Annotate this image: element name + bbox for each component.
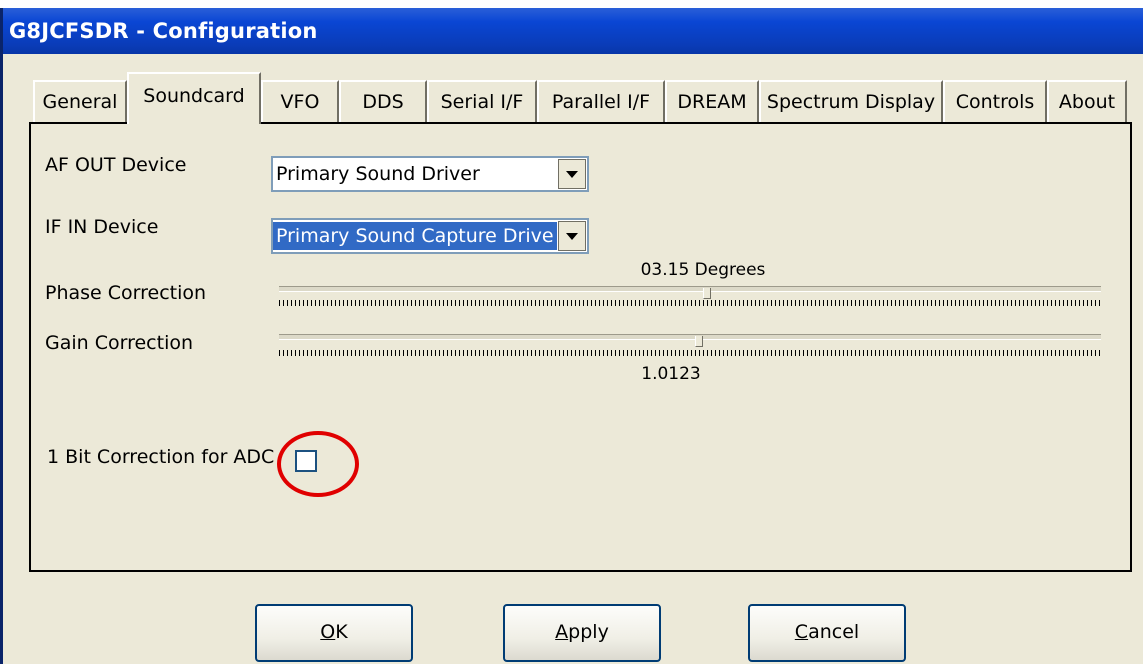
cancel-button[interactable]: Cancel bbox=[748, 604, 906, 662]
tab-label: About bbox=[1058, 91, 1116, 113]
af-out-dropdown-button[interactable] bbox=[558, 159, 586, 189]
tab-label: Parallel I/F bbox=[551, 91, 651, 113]
gain-slider-ticks bbox=[279, 350, 1101, 356]
gain-value: 1.0123 bbox=[641, 364, 701, 384]
if-in-device-value: Primary Sound Capture Drive bbox=[273, 222, 557, 250]
configuration-window: G8JCFSDR - Configuration General Soundca… bbox=[0, 8, 1143, 664]
tab-about[interactable]: About bbox=[1047, 80, 1127, 122]
phase-correction-label: Phase Correction bbox=[45, 282, 207, 304]
phase-slider-track bbox=[279, 286, 1101, 292]
tab-label: VFO bbox=[280, 91, 320, 113]
tab-serial-if[interactable]: Serial I/F bbox=[427, 80, 537, 122]
apply-label: pply bbox=[568, 621, 609, 643]
tab-dds[interactable]: DDS bbox=[339, 80, 427, 122]
if-in-device-select[interactable]: Primary Sound Capture Drive bbox=[271, 218, 589, 254]
ok-label: K bbox=[335, 621, 348, 643]
tab-strip: General Soundcard VFO DDS Serial I/F Par… bbox=[33, 72, 1143, 124]
tab-label: Soundcard bbox=[143, 85, 245, 107]
phase-value: 03.15 Degrees bbox=[640, 260, 766, 280]
cancel-label: ancel bbox=[808, 621, 860, 643]
phase-slider-thumb[interactable] bbox=[703, 288, 712, 299]
tab-label: Spectrum Display bbox=[766, 91, 936, 113]
tab-spectrum-display[interactable]: Spectrum Display bbox=[759, 80, 943, 122]
tab-label: DREAM bbox=[677, 91, 747, 113]
tab-general[interactable]: General bbox=[33, 80, 127, 122]
tab-vfo[interactable]: VFO bbox=[261, 80, 339, 122]
tab-label: DDS bbox=[362, 91, 404, 113]
title-bar[interactable]: G8JCFSDR - Configuration bbox=[3, 8, 1143, 54]
gain-slider-track bbox=[279, 334, 1101, 340]
ok-button[interactable]: OK bbox=[255, 604, 413, 662]
ok-mnemonic: O bbox=[320, 621, 336, 643]
tab-dream[interactable]: DREAM bbox=[665, 80, 759, 122]
apply-mnemonic: A bbox=[555, 621, 569, 643]
chevron-down-icon bbox=[566, 170, 578, 178]
tab-soundcard[interactable]: Soundcard bbox=[127, 72, 261, 124]
window-title: G8JCFSDR - Configuration bbox=[9, 19, 318, 43]
af-out-label: AF OUT Device bbox=[45, 154, 187, 176]
gain-slider-thumb[interactable] bbox=[695, 336, 704, 347]
af-out-device-value: Primary Sound Driver bbox=[276, 163, 480, 185]
gain-correction-label: Gain Correction bbox=[45, 332, 194, 354]
chevron-down-icon bbox=[566, 232, 578, 240]
af-out-device-select[interactable]: Primary Sound Driver bbox=[271, 156, 589, 192]
tab-label: Serial I/F bbox=[440, 91, 524, 113]
one-bit-correction-checkbox[interactable] bbox=[295, 450, 317, 472]
tab-label: General bbox=[42, 91, 118, 113]
if-in-dropdown-button[interactable] bbox=[558, 221, 586, 251]
tab-parallel-if[interactable]: Parallel I/F bbox=[537, 80, 665, 122]
tab-controls[interactable]: Controls bbox=[943, 80, 1047, 122]
phase-slider-ticks bbox=[279, 300, 1101, 306]
one-bit-correction-label: 1 Bit Correction for ADC bbox=[47, 446, 275, 468]
if-in-label: IF IN Device bbox=[45, 216, 159, 238]
soundcard-panel: AF OUT Device Primary Sound Driver IF IN… bbox=[29, 122, 1132, 572]
apply-button[interactable]: Apply bbox=[503, 604, 661, 662]
cancel-mnemonic: C bbox=[794, 621, 809, 643]
tab-label: Controls bbox=[955, 91, 1035, 113]
